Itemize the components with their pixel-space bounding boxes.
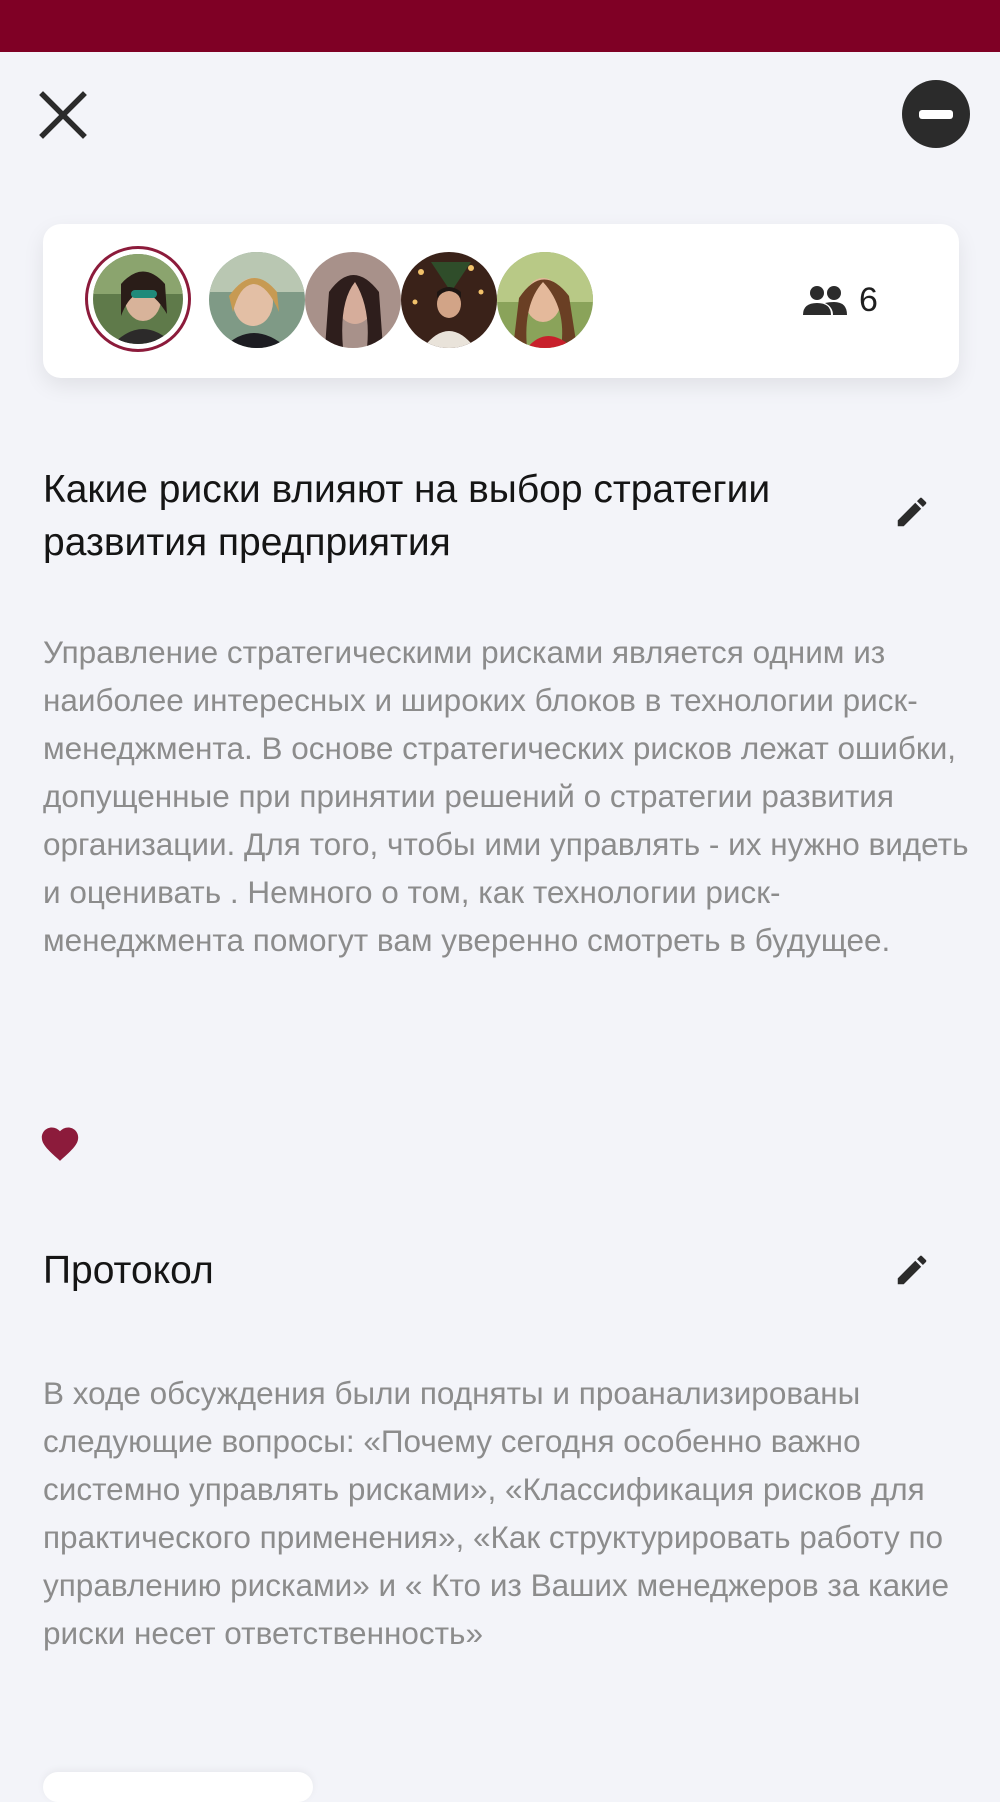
- pencil-icon: [897, 1255, 927, 1285]
- close-button[interactable]: [32, 84, 94, 146]
- avatar-current-user[interactable]: [85, 246, 191, 352]
- edit-topic-button[interactable]: [888, 488, 936, 536]
- protocol-title: Протокол: [43, 1249, 214, 1292]
- avatar-member-4[interactable]: [401, 252, 497, 348]
- heart-icon: [41, 1127, 79, 1161]
- people-icon: [803, 286, 847, 315]
- avatar-image: [401, 252, 497, 348]
- avatar-member-5[interactable]: [497, 252, 593, 348]
- members-card[interactable]: 6: [43, 224, 959, 378]
- topic-title: Какие риски влияют на выбор стратегии ра…: [43, 468, 771, 564]
- protocol-text: В ходе обсуждения были подняты и проанал…: [43, 1375, 949, 1651]
- topic-description: Управление стратегическими рисками являе…: [43, 634, 969, 958]
- pencil-icon: [897, 497, 927, 527]
- avatar-image: [497, 252, 593, 348]
- minus-circle-icon: [919, 109, 953, 119]
- close-icon: [39, 91, 87, 139]
- avatar-member-3[interactable]: [305, 252, 401, 348]
- members-count[interactable]: 6: [803, 276, 878, 324]
- avatar-member-2[interactable]: [209, 252, 305, 348]
- members-count-value: 6: [859, 280, 878, 319]
- avatar-image: [93, 254, 183, 344]
- like-button[interactable]: [38, 1122, 82, 1162]
- edit-protocol-button[interactable]: [888, 1246, 936, 1294]
- bottom-card-edge: [43, 1772, 313, 1802]
- leave-discussion-button[interactable]: [902, 80, 970, 148]
- avatar-image: [305, 252, 401, 348]
- avatar-image: [209, 252, 305, 348]
- status-bar: [0, 0, 1000, 52]
